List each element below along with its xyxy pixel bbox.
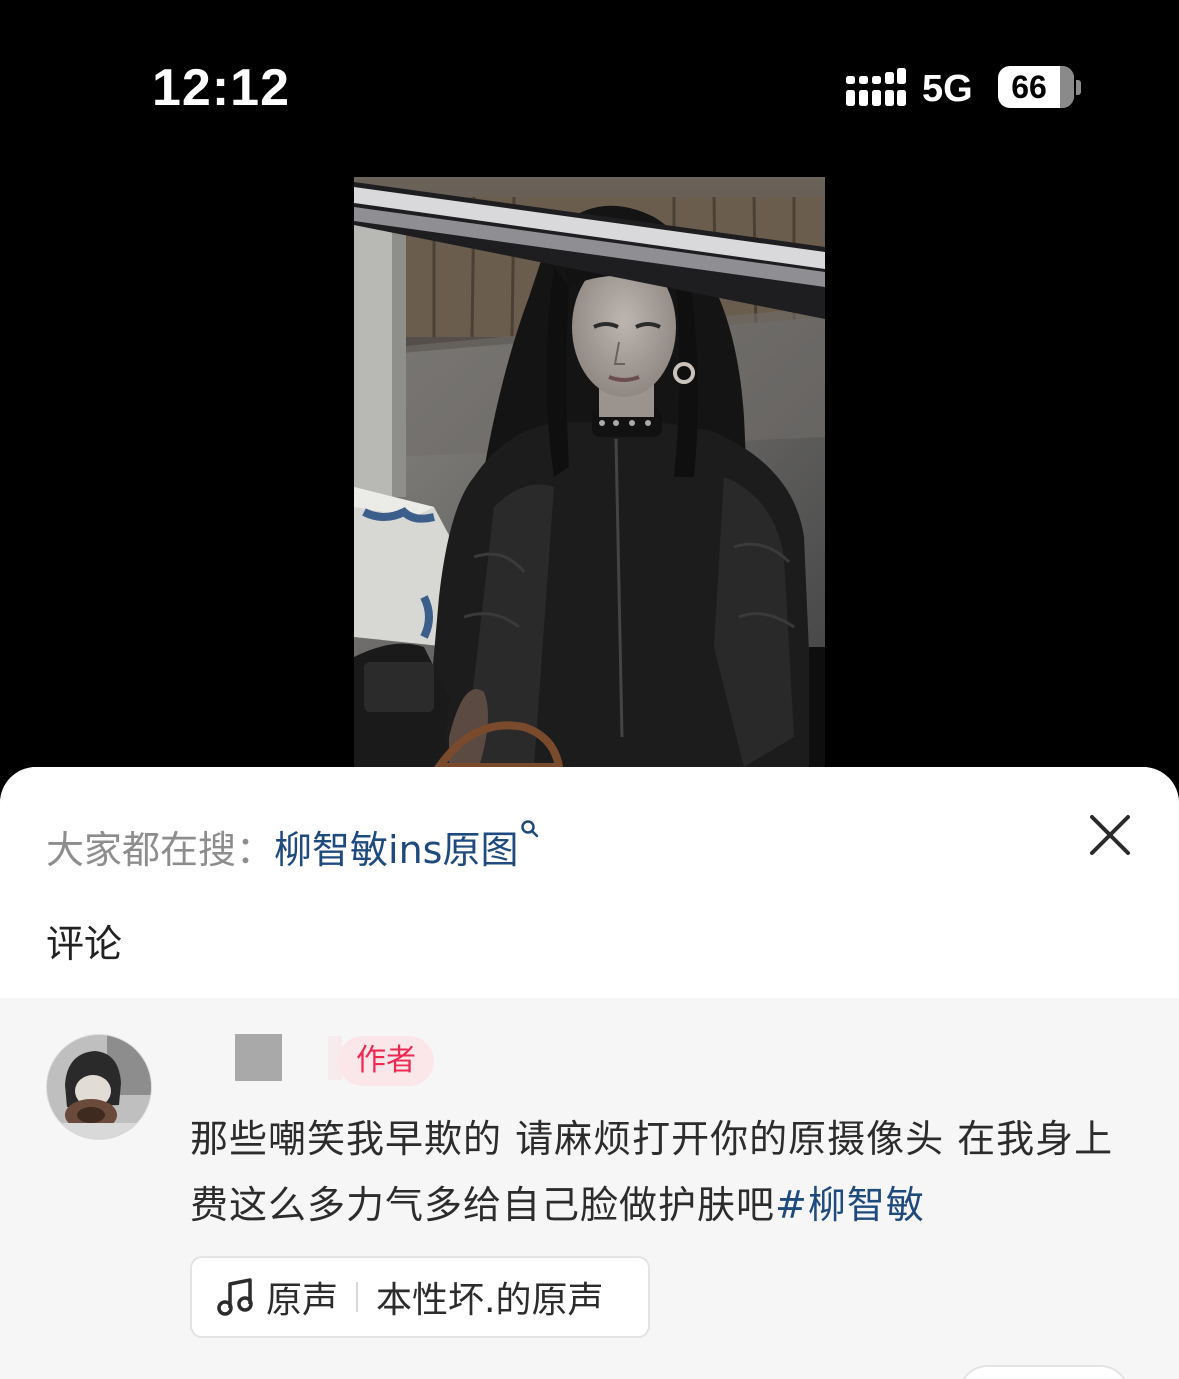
username-redacted[interactable] [235,1034,282,1081]
comment-item: 作者 那些嘲笑我早欺的 请麻烦打开你的原摄像头 在我身上费这么多力气多给自己脸做… [0,998,1179,1379]
search-icon [521,820,539,838]
partial-action-chip[interactable] [958,1365,1130,1379]
battery-icon: 66 [998,66,1074,108]
avatar[interactable] [46,1034,152,1140]
search-suggestion-term[interactable]: 柳智敏ins原图 [274,828,518,872]
phone-screen: 12:12 5G 66 大家都在搜：柳智敏ins原图 评论 作者 那些嘲笑我早欺… [0,0,1179,1379]
music-name: 本性坏.的原声 [376,1280,604,1321]
comment-text: 那些嘲笑我早欺的 请麻烦打开你的原摄像头 在我身上费这么多力气多给自己脸做护肤吧… [190,1106,1130,1238]
network-type: 5G [922,68,973,110]
battery-tip [1076,80,1081,95]
battery-level: 66 [1011,69,1047,105]
author-badge: 作者 [338,1036,434,1086]
comments-title: 评论 [46,922,123,966]
music-note-icon [217,1278,253,1316]
comment-sheet: 大家都在搜：柳智敏ins原图 评论 作者 那些嘲笑我早欺的 请麻烦打开你的原摄像… [0,767,1179,1379]
status-bar: 12:12 5G 66 [0,0,1179,170]
post-photo[interactable] [354,177,825,767]
music-divider [356,1282,359,1312]
search-suggestion-prefix: 大家都在搜： [46,828,275,872]
signal-icon [846,68,906,106]
close-icon[interactable] [1086,811,1134,859]
music-label: 原声 [266,1280,339,1321]
sheet-header: 大家都在搜：柳智敏ins原图 评论 [0,767,1179,998]
original-sound-chip[interactable]: 原声 本性坏.的原声 [190,1256,650,1338]
comment-hashtag[interactable]: #柳智敏 [775,1183,925,1227]
comment-body: 那些嘲笑我早欺的 请麻烦打开你的原摄像头 在我身上费这么多力气多给自己脸做护肤吧 [190,1117,1114,1227]
status-time: 12:12 [152,59,290,117]
search-suggestion[interactable]: 大家都在搜：柳智敏ins原图 [46,819,540,874]
